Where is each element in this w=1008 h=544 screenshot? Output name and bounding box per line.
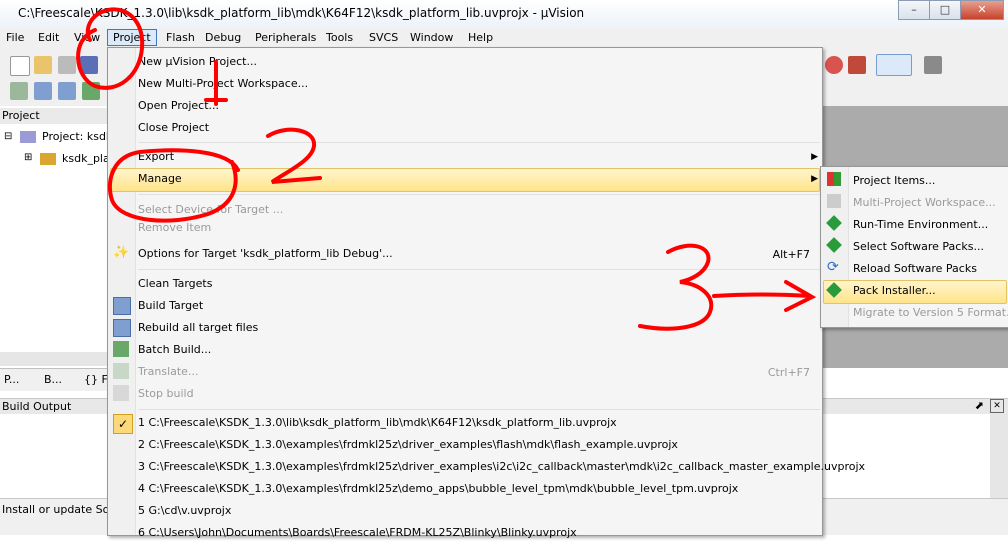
- submenu-multi-project: Multi-Project Workspace...: [853, 196, 996, 209]
- translate-icon: [113, 363, 129, 379]
- open-folder-icon[interactable]: [34, 56, 52, 74]
- menu-select-device: Select Device for Target ...: [138, 203, 284, 216]
- build-target-icon: [113, 297, 131, 315]
- menu-svcs[interactable]: SVCS: [369, 31, 398, 44]
- menu-stop-build: Stop build: [138, 387, 194, 400]
- pin-icon[interactable]: ⬈: [975, 399, 984, 412]
- menu-peripherals[interactable]: Peripherals: [255, 31, 316, 44]
- status-text: Install or update Sof: [2, 503, 114, 516]
- breakpoint-icon[interactable]: [848, 56, 866, 74]
- menu-separator: [138, 409, 820, 410]
- menu-separator: [138, 142, 820, 143]
- menu-translate: Translate...: [138, 365, 199, 378]
- recent-project-4[interactable]: 4 C:\Freescale\KSDK_1.3.0\examples\frdmk…: [138, 478, 738, 500]
- target-icon: [40, 153, 56, 165]
- build-output-scrollbar[interactable]: [990, 414, 1008, 498]
- submenu-migrate: Migrate to Version 5 Format...: [853, 306, 1008, 319]
- menu-manage[interactable]: Manage: [138, 168, 182, 190]
- tree-collapse-icon[interactable]: ⊟: [4, 131, 12, 142]
- manage-highlight: [110, 168, 820, 192]
- menu-project[interactable]: Project: [107, 29, 157, 46]
- reload-icon: ⟳: [827, 259, 839, 275]
- menu-build-target[interactable]: Build Target: [138, 295, 203, 317]
- menu-new-multi-project[interactable]: New Multi-Project Workspace...: [138, 73, 308, 95]
- maximize-button[interactable]: □: [929, 0, 961, 20]
- checkmark-icon: ✓: [113, 414, 133, 434]
- recent-project-2[interactable]: 2 C:\Freescale\KSDK_1.3.0\examples\frdmk…: [138, 434, 678, 456]
- menu-rebuild-all[interactable]: Rebuild all target files: [138, 317, 258, 339]
- options-shortcut: Alt+F7: [772, 248, 810, 261]
- menu-bar: File Edit View Project Flash Debug Perip…: [0, 28, 1008, 49]
- multi-project-icon: [827, 194, 841, 208]
- menu-separator: [138, 269, 820, 270]
- menu-tools[interactable]: Tools: [326, 31, 353, 44]
- project-pane: [0, 106, 109, 368]
- manage-submenu: Project Items... Multi-Project Workspace…: [820, 166, 1008, 328]
- translate-shortcut: Ctrl+F7: [767, 366, 810, 379]
- menu-file[interactable]: File: [6, 31, 24, 44]
- menu-new-project[interactable]: New µVision Project...: [138, 51, 257, 73]
- horizontal-scrollbar[interactable]: [0, 352, 108, 366]
- menu-open-project[interactable]: Open Project...: [138, 95, 219, 117]
- menu-edit[interactable]: Edit: [38, 31, 59, 44]
- target-node[interactable]: ksdk_pla: [62, 152, 110, 165]
- manage-submenu-arrow-icon: ▶: [811, 174, 818, 184]
- menu-window[interactable]: Window: [410, 31, 453, 44]
- menu-clean-targets[interactable]: Clean Targets: [138, 273, 212, 295]
- tab-functions[interactable]: {} F: [84, 373, 108, 388]
- new-file-icon[interactable]: [10, 56, 30, 76]
- save-icon[interactable]: [58, 56, 76, 74]
- project-root-node[interactable]: Project: ksdk: [42, 130, 112, 143]
- project-menu: New µVision Project... New Multi-Project…: [107, 47, 865, 539]
- batch-build-icon: [113, 341, 129, 357]
- options-wand-icon: ✨: [113, 245, 130, 260]
- stop-build-icon: [113, 385, 129, 401]
- translate-icon[interactable]: [10, 82, 28, 100]
- recent-project-5[interactable]: 5 G:\cd\v.uvprojx: [138, 500, 231, 522]
- export-submenu-arrow-icon: ▶: [811, 152, 818, 162]
- batch-build-icon[interactable]: [82, 82, 100, 100]
- menu-flash[interactable]: Flash: [166, 31, 195, 44]
- window-title: C:\Freescale\KSDK_1.3.0\lib\ksdk_platfor…: [18, 6, 585, 20]
- rebuild-icon[interactable]: [58, 82, 76, 100]
- recent-project-6[interactable]: 6 C:\Users\John\Documents\Boards\Freesca…: [138, 522, 577, 544]
- minimize-button[interactable]: –: [898, 0, 930, 20]
- tree-expand-icon[interactable]: ⊞: [24, 152, 32, 163]
- menu-close-project[interactable]: Close Project: [138, 117, 209, 139]
- menu-remove-item: Remove Item: [138, 221, 212, 234]
- project-items-icon: [827, 172, 841, 186]
- menu-separator: [138, 194, 820, 195]
- save-all-icon[interactable]: [80, 56, 98, 74]
- project-icon: [20, 131, 36, 143]
- menu-options-for-target[interactable]: Options for Target 'ksdk_platform_lib De…: [138, 243, 393, 265]
- configure-icon[interactable]: [924, 56, 942, 74]
- menu-debug[interactable]: Debug: [205, 31, 241, 44]
- menu-export[interactable]: Export: [138, 146, 174, 168]
- menu-view[interactable]: View: [74, 31, 100, 44]
- tab-books[interactable]: B...: [44, 373, 62, 388]
- window-layout-dropdown[interactable]: [876, 54, 912, 76]
- title-bar: C:\Freescale\KSDK_1.3.0\lib\ksdk_platfor…: [0, 0, 1008, 28]
- close-pane-icon[interactable]: ✕: [990, 399, 1004, 413]
- close-button[interactable]: ✕: [960, 0, 1004, 20]
- menu-help[interactable]: Help: [468, 31, 493, 44]
- build-output-title: Build Output: [2, 400, 72, 413]
- project-pane-title: Project: [2, 109, 40, 122]
- recent-project-3[interactable]: 3 C:\Freescale\KSDK_1.3.0\examples\frdmk…: [138, 456, 865, 478]
- debug-icon[interactable]: [825, 56, 843, 74]
- submenu-run-time-environment[interactable]: Run-Time Environment...: [853, 214, 988, 236]
- submenu-pack-installer[interactable]: Pack Installer...: [853, 280, 936, 302]
- submenu-project-items[interactable]: Project Items...: [853, 170, 935, 192]
- submenu-reload-software-packs[interactable]: Reload Software Packs: [853, 258, 977, 280]
- project-tabs: P... B... {} F: [0, 368, 108, 391]
- submenu-select-software-packs[interactable]: Select Software Packs...: [853, 236, 984, 258]
- project-pane-header: Project: [0, 108, 108, 124]
- build-icon[interactable]: [34, 82, 52, 100]
- recent-project-1[interactable]: 1 C:\Freescale\KSDK_1.3.0\lib\ksdk_platf…: [138, 412, 617, 434]
- tab-project[interactable]: P...: [4, 373, 19, 388]
- rebuild-icon: [113, 319, 131, 337]
- menu-batch-build[interactable]: Batch Build...: [138, 339, 211, 361]
